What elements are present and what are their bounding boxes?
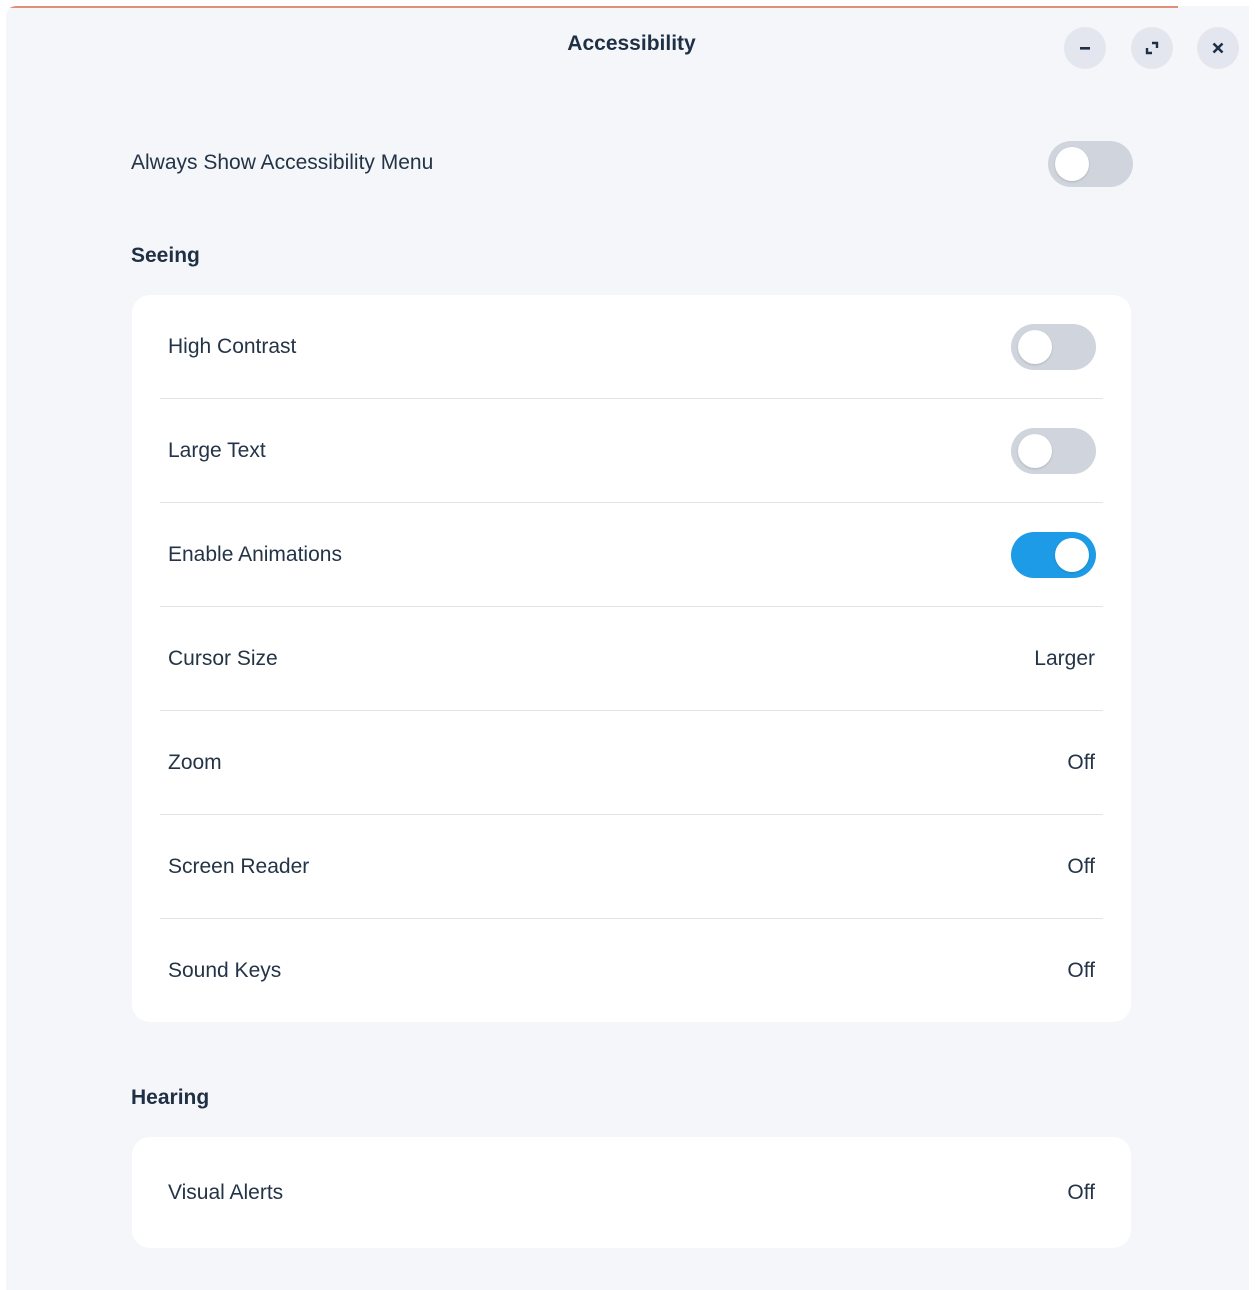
seeing-settings-card: High Contrast Large Text Enable Animatio… [132, 295, 1131, 1022]
setting-label: Screen Reader [168, 854, 310, 878]
setting-label: High Contrast [168, 334, 297, 358]
setting-label: Zoom [168, 750, 222, 774]
setting-label: Visual Alerts [168, 1180, 284, 1204]
high-contrast-toggle[interactable] [1011, 323, 1096, 370]
section-heading-hearing: Hearing [131, 1086, 210, 1109]
setting-row-high-contrast[interactable]: High Contrast [160, 295, 1103, 399]
maximize-button[interactable] [1131, 27, 1173, 69]
setting-row-sound-keys[interactable]: Sound Keys Off [160, 919, 1103, 1022]
toggle-knob [1055, 147, 1089, 181]
setting-value: Off [1067, 958, 1095, 982]
section-heading-seeing: Seeing [131, 244, 200, 267]
setting-label: Enable Animations [168, 542, 342, 566]
toggle-knob [1055, 537, 1089, 572]
setting-row-screen-reader[interactable]: Screen Reader Off [160, 815, 1103, 919]
setting-label: Large Text [168, 438, 266, 462]
minimize-button[interactable] [1064, 27, 1106, 69]
setting-label: Cursor Size [168, 646, 278, 670]
setting-value: Larger [1034, 646, 1095, 670]
always-show-accessibility-menu-row[interactable]: Always Show Accessibility Menu [131, 138, 1133, 188]
setting-row-visual-alerts[interactable]: Visual Alerts Off [160, 1137, 1103, 1248]
setting-value: Off [1067, 750, 1095, 774]
minimize-icon [1080, 47, 1090, 50]
title-bar[interactable]: Accessibility [6, 6, 1257, 86]
desktop-edge [1249, 0, 1257, 1290]
setting-row-enable-animations[interactable]: Enable Animations [160, 503, 1103, 607]
close-icon [1212, 42, 1224, 54]
toggle-knob [1018, 433, 1052, 468]
setting-value: Off [1067, 1180, 1095, 1204]
enable-animations-toggle[interactable] [1011, 531, 1096, 578]
setting-row-zoom[interactable]: Zoom Off [160, 711, 1103, 815]
toggle-knob [1018, 329, 1052, 364]
setting-value: Off [1067, 854, 1095, 878]
maximize-icon [1145, 41, 1159, 55]
accessibility-window: Accessibility Always Show Accessibility … [6, 6, 1257, 1290]
hearing-settings-card: Visual Alerts Off [132, 1137, 1131, 1248]
setting-label: Sound Keys [168, 958, 282, 982]
always-show-accessibility-menu-label: Always Show Accessibility Menu [131, 151, 434, 174]
large-text-toggle[interactable] [1011, 427, 1096, 474]
setting-row-cursor-size[interactable]: Cursor Size Larger [160, 607, 1103, 711]
always-show-accessibility-menu-toggle[interactable] [1048, 141, 1133, 187]
setting-row-large-text[interactable]: Large Text [160, 399, 1103, 503]
close-button[interactable] [1197, 27, 1239, 69]
